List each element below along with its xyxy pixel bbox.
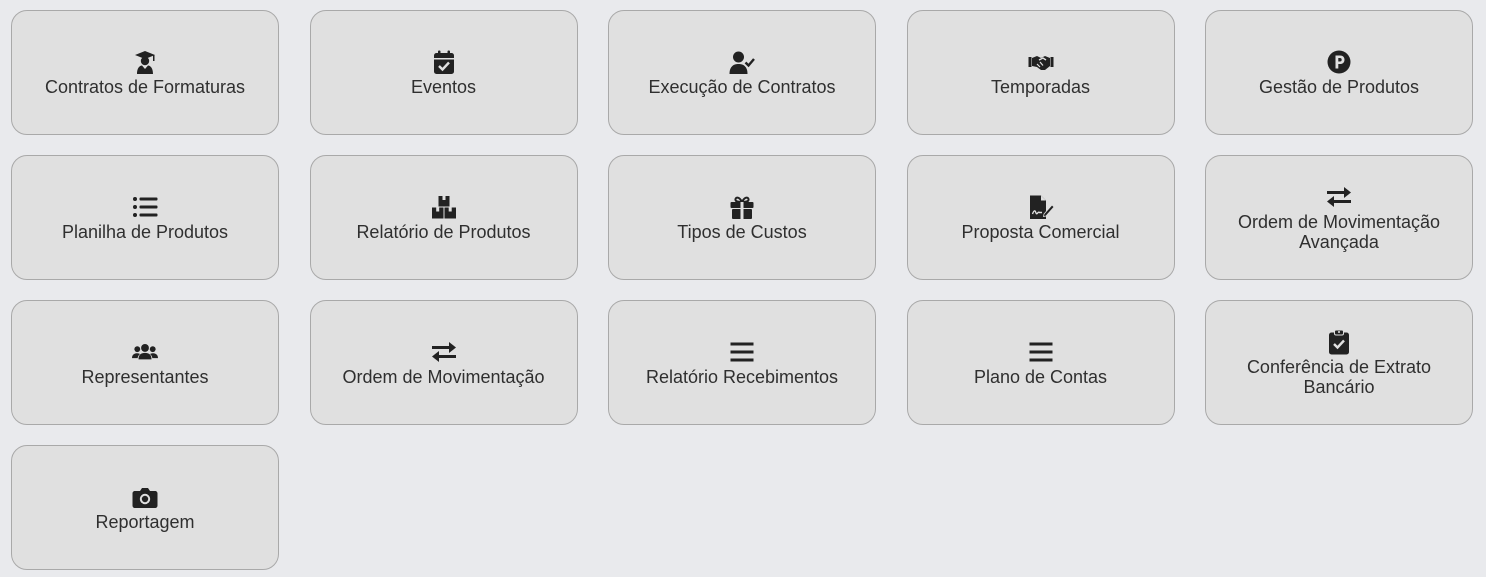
tile-contratos-de-formaturas[interactable]: Contratos de Formaturas — [11, 10, 279, 135]
tile-execucao-de-contratos[interactable]: Execução de Contratos — [608, 10, 876, 135]
tile-ordem-de-movimentacao-avancada[interactable]: Ordem de Movimentação Avançada — [1205, 155, 1473, 280]
tile-relatorio-recebimentos[interactable]: Relatório Recebimentos — [608, 300, 876, 425]
graduate-icon — [132, 49, 158, 75]
tile-ordem-de-movimentacao[interactable]: Ordem de Movimentação — [309, 300, 578, 425]
product-p-icon — [1326, 49, 1352, 75]
gift-icon — [729, 194, 755, 220]
calendar-check-icon — [431, 49, 457, 75]
tile-plano-de-contas[interactable]: Plano de Contas — [906, 300, 1175, 425]
tile-label: Relatório Recebimentos — [645, 366, 839, 387]
tile-label: Ordem de Movimentação — [342, 366, 545, 387]
tile-proposta-comercial[interactable]: Proposta Comercial — [906, 155, 1175, 280]
tile-tipos-de-custos[interactable]: Tipos de Custos — [608, 155, 876, 280]
boxes-icon — [431, 194, 457, 220]
tile-label: Reportagem — [95, 511, 195, 532]
tile-reportagem[interactable]: Reportagem — [11, 445, 279, 570]
tile-label: Eventos — [410, 76, 477, 97]
exchange-icon — [1326, 184, 1352, 210]
tile-label: Ordem de Movimentação Avançada — [1237, 211, 1441, 252]
tile-label: Plano de Contas — [973, 366, 1108, 387]
tile-eventos[interactable]: Eventos — [309, 10, 578, 135]
tile-conferencia-de-extrato-bancario[interactable]: Conferência de Extrato Bancário — [1205, 300, 1473, 425]
list-icon — [132, 194, 158, 220]
bars-icon — [1028, 339, 1054, 365]
module-grid: Contratos de Formaturas Eventos Execução… — [11, 10, 1473, 570]
tile-label: Temporadas — [990, 76, 1091, 97]
tile-label: Contratos de Formaturas — [44, 76, 246, 97]
users-icon — [132, 339, 158, 365]
tile-label: Conferência de Extrato Bancário — [1246, 356, 1432, 397]
tile-label: Tipos de Custos — [677, 221, 807, 242]
tile-temporadas[interactable]: Temporadas — [906, 10, 1175, 135]
exchange-icon — [431, 339, 457, 365]
tile-label: Gestão de Produtos — [1258, 76, 1420, 97]
tile-label: Representantes — [81, 366, 209, 387]
tile-label: Execução de Contratos — [648, 76, 836, 97]
handshake-icon — [1028, 49, 1054, 75]
tile-label: Proposta Comercial — [961, 221, 1120, 242]
tile-representantes[interactable]: Representantes — [11, 300, 279, 425]
tile-relatorio-de-produtos[interactable]: Relatório de Produtos — [309, 155, 578, 280]
clipboard-check-icon — [1326, 329, 1352, 355]
tile-label: Relatório de Produtos — [356, 221, 531, 242]
user-check-icon — [729, 49, 755, 75]
tile-planilha-de-produtos[interactable]: Planilha de Produtos — [11, 155, 279, 280]
camera-icon — [132, 484, 158, 510]
tile-gestao-de-produtos[interactable]: Gestão de Produtos — [1205, 10, 1473, 135]
tile-label: Planilha de Produtos — [61, 221, 229, 242]
file-signature-icon — [1028, 194, 1054, 220]
bars-icon — [729, 339, 755, 365]
